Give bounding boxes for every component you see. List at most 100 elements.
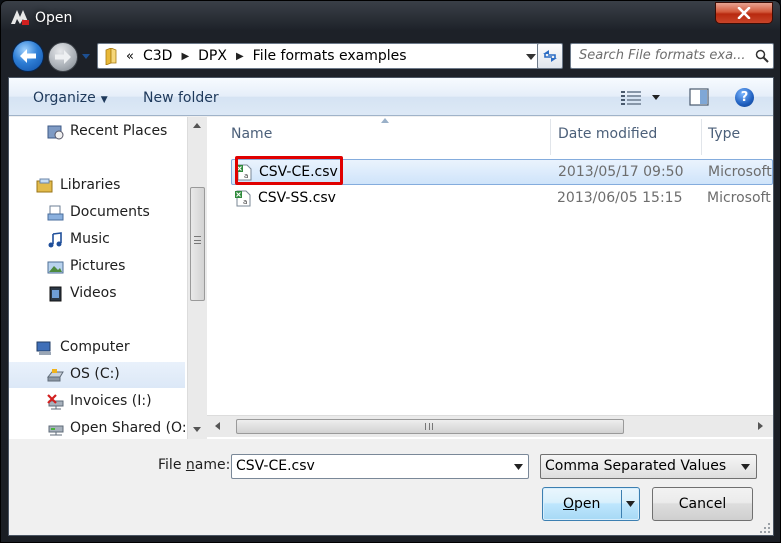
column-header-label: Date modified xyxy=(558,126,658,142)
pictures-icon xyxy=(47,261,64,274)
address-row: « C3D ▶ DPX ▶ File formats examples Sear… xyxy=(8,37,774,77)
nav-item-open-shared-o[interactable]: Open Shared (O:) xyxy=(9,416,192,442)
file-name-label: File name: xyxy=(158,457,230,473)
chevron-down-icon[interactable] xyxy=(514,464,523,470)
address-bar[interactable]: « C3D ▶ DPX ▶ File formats examples xyxy=(97,43,543,69)
navigation-pane-vertical-scrollbar[interactable] xyxy=(187,117,207,439)
file-name-value: CSV-CE.csv xyxy=(236,458,315,474)
scroll-right-icon[interactable] xyxy=(758,422,763,430)
column-header-name[interactable]: Name xyxy=(207,117,550,157)
nav-item-label: Libraries xyxy=(60,177,121,193)
nav-item-pictures[interactable]: Pictures xyxy=(9,254,185,280)
file-name-label-accelerator: n xyxy=(185,457,195,473)
help-icon[interactable]: ? xyxy=(735,88,754,107)
nav-item-libraries[interactable]: Libraries xyxy=(9,173,185,199)
preview-pane-icon[interactable] xyxy=(689,88,709,106)
breadcrumb-chevron-icon[interactable]: ▶ xyxy=(236,51,244,62)
organize-dropdown-icon: ▼ xyxy=(100,95,108,105)
svg-text:a: a xyxy=(243,198,247,206)
open-button[interactable]: Open xyxy=(542,487,640,521)
title-bar[interactable]: Open xyxy=(1,1,781,37)
nav-item-label: Invoices (I:) xyxy=(70,393,152,409)
chevron-down-icon xyxy=(741,464,750,470)
scroll-left-icon[interactable] xyxy=(215,422,220,430)
nav-item-recent-places[interactable]: Recent Places xyxy=(9,119,185,145)
scroll-grip-icon xyxy=(194,236,201,244)
scroll-grip-icon xyxy=(425,423,433,430)
dialog-body: Organize ▼ New folder ? Recent Places Li… xyxy=(8,77,774,536)
nav-item-documents[interactable]: Documents xyxy=(9,200,185,226)
close-button[interactable] xyxy=(715,2,773,24)
forward-button[interactable] xyxy=(48,42,78,72)
nav-item-label: OS (C:) xyxy=(70,366,120,382)
file-name-field[interactable]: CSV-CE.csv xyxy=(231,454,529,479)
file-name-label-text: File xyxy=(158,457,186,473)
close-icon xyxy=(737,7,751,19)
address-dropdown-icon[interactable] xyxy=(526,54,536,60)
libraries-icon xyxy=(36,178,53,193)
breadcrumb-item-c3d[interactable]: C3D xyxy=(143,48,172,64)
table-row[interactable]: a CSV-SS.csv 2013/06/05 15:15 Microsoft xyxy=(231,186,773,212)
nav-item-label: Computer xyxy=(60,339,130,355)
breadcrumb-item-dpx[interactable]: DPX xyxy=(198,48,227,64)
breadcrumb-overflow[interactable]: « xyxy=(126,49,134,64)
open-dialog-window: Open « C3D ▶ DPX ▶ File formats examples… xyxy=(0,0,781,543)
column-header-type[interactable]: Type xyxy=(702,117,773,157)
network-drive-icon xyxy=(48,425,64,436)
selection-highlight-annotation xyxy=(235,156,343,185)
nav-item-os-c[interactable]: OS (C:) xyxy=(9,362,185,388)
arrow-right-icon xyxy=(55,50,71,64)
search-icon[interactable] xyxy=(755,49,769,63)
split-button-divider xyxy=(621,490,622,518)
file-name: CSV-SS.csv xyxy=(258,190,336,206)
command-toolbar: Organize ▼ New folder ? xyxy=(9,78,773,116)
window-title: Open xyxy=(35,10,73,26)
organize-button[interactable]: Organize ▼ xyxy=(33,90,108,106)
organize-label: Organize xyxy=(33,90,96,106)
view-options-dropdown-icon[interactable] xyxy=(652,95,660,100)
file-date-modified: 2013/05/17 09:50 xyxy=(558,164,684,180)
network-drive-disconnected-icon xyxy=(47,394,64,410)
nav-item-invoices-i[interactable]: Invoices (I:) xyxy=(9,389,185,415)
videos-icon xyxy=(49,286,62,302)
breadcrumb: « C3D ▶ DPX ▶ File formats examples xyxy=(126,48,407,64)
cancel-button[interactable]: Cancel xyxy=(652,487,753,521)
column-header-label: Name xyxy=(231,126,273,142)
nav-item-videos[interactable]: Videos xyxy=(9,281,185,307)
nav-item-label: Documents xyxy=(70,204,150,220)
nav-item-label: Recent Places xyxy=(70,123,168,139)
file-type-filter-select[interactable]: Comma Separated Values (*.csv) xyxy=(540,454,757,479)
back-button[interactable] xyxy=(12,40,44,72)
refresh-icon xyxy=(543,50,557,62)
open-button-label-text: pen xyxy=(574,496,601,512)
file-date-modified: 2013/06/05 15:15 xyxy=(557,190,683,206)
file-type: Microsoft xyxy=(708,164,772,180)
navigation-pane: Recent Places Libraries Documents Music … xyxy=(9,117,192,442)
file-list-scroll-thumb[interactable] xyxy=(236,419,624,434)
refresh-button[interactable] xyxy=(537,43,563,69)
nav-item-computer[interactable]: Computer xyxy=(9,335,185,361)
recent-locations-dropdown[interactable] xyxy=(81,51,91,61)
file-list-horizontal-scrollbar[interactable] xyxy=(207,415,773,437)
nav-item-music[interactable]: Music xyxy=(9,227,185,253)
resize-grip-icon[interactable] xyxy=(759,522,771,534)
new-folder-button[interactable]: New folder xyxy=(143,90,219,106)
open-options-dropdown-icon[interactable] xyxy=(626,501,635,507)
nav-item-label: Videos xyxy=(70,285,117,301)
breadcrumb-chevron-icon[interactable]: ▶ xyxy=(181,51,189,62)
breadcrumb-item-file-formats-examples[interactable]: File formats examples xyxy=(253,48,407,64)
column-header-date-modified[interactable]: Date modified xyxy=(551,117,701,157)
file-list: Name Date modified Type a CSV-CE.csv 201… xyxy=(207,117,773,439)
file-type-filter-value: Comma Separated Values (*.csv) xyxy=(545,458,731,474)
view-details-icon[interactable] xyxy=(621,90,641,106)
cancel-button-label: Cancel xyxy=(678,496,727,512)
nav-item-label: Open Shared (O:) xyxy=(70,420,192,436)
navigation-pane-scroll-thumb[interactable] xyxy=(190,187,205,301)
scroll-down-icon[interactable] xyxy=(193,427,201,432)
search-placeholder: Search File formats exa... xyxy=(579,48,746,63)
scroll-up-icon[interactable] xyxy=(193,123,201,128)
file-type: Microsoft xyxy=(707,190,771,206)
folder-icon xyxy=(105,48,117,65)
search-input[interactable]: Search File formats exa... xyxy=(570,43,774,69)
music-icon xyxy=(48,232,62,248)
